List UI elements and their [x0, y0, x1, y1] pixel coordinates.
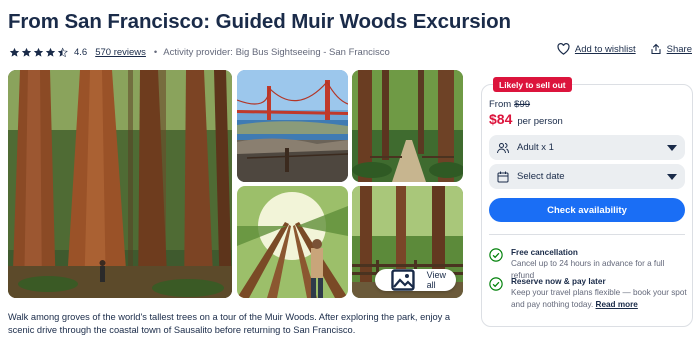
- original-price: $99: [514, 99, 531, 110]
- calendar-icon: [497, 171, 509, 182]
- date-select[interactable]: Select date: [489, 164, 685, 189]
- star-icon: [45, 47, 56, 57]
- current-price-row: $84 per person: [489, 111, 563, 127]
- per-person-label: per person: [517, 116, 563, 127]
- share-button[interactable]: Share: [650, 43, 692, 55]
- activity-provider: Activity provider: Big Bus Sightseeing -…: [163, 46, 390, 58]
- wishlist-label: Add to wishlist: [574, 43, 636, 55]
- read-more-link[interactable]: Read more: [596, 300, 638, 309]
- rating-stars: [9, 47, 68, 58]
- panel-divider: [489, 234, 685, 235]
- star-icon: [21, 47, 32, 57]
- reviews-link[interactable]: 570 reviews: [95, 47, 146, 58]
- feature-description: Keep your travel plans flexible — book y…: [511, 287, 687, 310]
- separator-dot: •: [153, 46, 158, 58]
- image-icon: [390, 269, 415, 291]
- date-value: Select date: [517, 171, 565, 182]
- feature-reserve-now-pay-later: Reserve now & pay later Keep your travel…: [489, 276, 687, 310]
- gallery-photo-redwood-trunks[interactable]: [8, 70, 232, 298]
- chevron-down-icon: [667, 144, 677, 151]
- half-star-icon: [57, 47, 68, 57]
- from-label: From: [489, 99, 512, 110]
- feature-title: Free cancellation: [511, 248, 578, 257]
- current-price: $84: [489, 111, 513, 127]
- check-circle-icon: [489, 248, 503, 262]
- page-title: From San Francisco: Guided Muir Woods Ex…: [8, 10, 511, 33]
- chevron-down-icon: [667, 173, 677, 180]
- gallery-photo-fence-path[interactable]: View all: [352, 186, 463, 298]
- participants-select[interactable]: Adult x 1: [489, 135, 685, 160]
- gallery-photo-golden-gate[interactable]: [237, 70, 348, 182]
- check-circle-icon: [489, 277, 503, 291]
- view-all-label: View all: [426, 270, 446, 290]
- feature-title: Reserve now & pay later: [511, 277, 606, 286]
- heart-icon: [557, 43, 570, 55]
- gallery-photo-looking-up[interactable]: [237, 186, 348, 298]
- rating-value: 4.6: [74, 46, 88, 58]
- header-actions: Add to wishlist Share: [557, 43, 692, 55]
- photo-gallery: View all: [8, 70, 463, 298]
- people-icon: [497, 142, 509, 153]
- participants-value: Adult x 1: [517, 142, 554, 153]
- share-label: Share: [666, 43, 692, 55]
- gallery-photo-forest-trail[interactable]: [352, 70, 463, 182]
- likely-to-sell-out-badge: Likely to sell out: [493, 77, 572, 92]
- check-availability-button[interactable]: Check availability: [489, 198, 685, 222]
- tour-description: Walk among groves of the world's tallest…: [8, 312, 451, 335]
- star-icon: [9, 47, 20, 57]
- rating-row: 4.6 570 reviews • Activity provider: Big…: [9, 44, 390, 60]
- price-from: From $99: [489, 99, 530, 110]
- star-icon: [33, 47, 44, 57]
- share-icon: [651, 43, 661, 55]
- view-all-photos-button[interactable]: View all: [374, 269, 456, 291]
- add-to-wishlist-button[interactable]: Add to wishlist: [557, 43, 636, 55]
